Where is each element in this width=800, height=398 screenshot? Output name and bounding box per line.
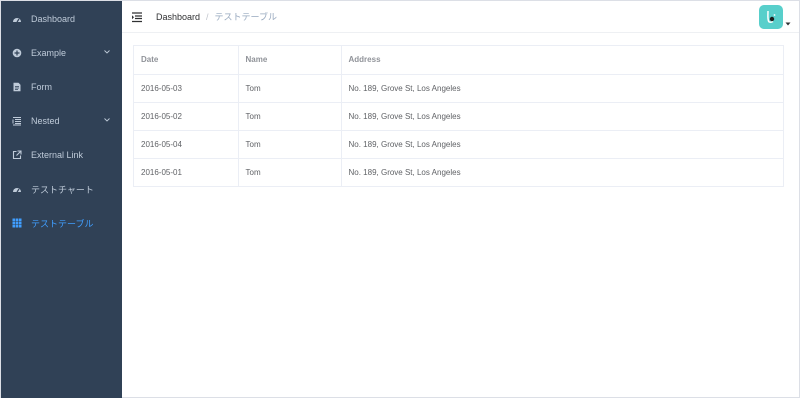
table-row: 2016-05-02 Tom No. 189, Grove St, Los An… xyxy=(134,102,783,131)
cell-address: No. 189, Grove St, Los Angeles xyxy=(348,167,461,177)
breadcrumb-current: テストテーブル xyxy=(214,12,278,22)
sidebar-item-dashboard[interactable]: Dashboard xyxy=(1,2,122,36)
sidebar-item-label: テストテーブル xyxy=(31,218,94,229)
example-icon xyxy=(12,48,22,58)
data-table: Date Name Address 2016-05-03 Tom No. 189… xyxy=(133,45,784,187)
table-icon xyxy=(12,218,22,228)
sidebar-item-label: Example xyxy=(31,48,67,58)
cell-date: 2016-05-01 xyxy=(134,158,239,186)
sidebar-item-label: Nested xyxy=(31,116,60,126)
cell-name: Tom xyxy=(238,102,342,131)
dashboard-icon xyxy=(12,184,22,194)
sidebar-item-label: Form xyxy=(31,82,52,92)
cell-address: No. 189, Grove St, Los Angeles xyxy=(341,130,783,159)
table-row: 2016-05-01 Tom No. 189, Grove St, Los An… xyxy=(134,158,783,186)
sidebar-item-external-link[interactable]: External Link xyxy=(1,138,122,172)
column-header-address: Address xyxy=(341,46,783,75)
breadcrumb-separator: / xyxy=(206,11,209,22)
nested-icon xyxy=(12,116,22,126)
cell-address: No. 189, Grove St, Los Angeles xyxy=(341,102,783,131)
sidebar-item-example[interactable]: Example xyxy=(1,36,122,70)
sidebar: Dashboard Example Form Nested External L… xyxy=(1,1,122,398)
avatar[interactable] xyxy=(759,5,783,29)
sidebar-item-label: テストチャート xyxy=(31,184,94,195)
form-icon xyxy=(12,82,22,92)
sidebar-item-test-table[interactable]: テストテーブル xyxy=(1,206,122,240)
sidebar-item-test-chart[interactable]: テストチャート xyxy=(1,172,122,206)
cell-name: Tom xyxy=(238,130,342,159)
breadcrumb: Dashboard / テストテーブル xyxy=(156,10,277,23)
cell-date: 2016-05-04 xyxy=(134,130,239,159)
cell-name: Tom xyxy=(238,74,342,103)
main-content: Dashboard / テストテーブル Date Name Address 20… xyxy=(122,1,799,398)
cell-name: Tom xyxy=(238,158,342,186)
avatar-dropdown[interactable] xyxy=(759,5,791,29)
cell-address: No. 189, Grove St, Los Angeles xyxy=(341,74,783,103)
cell-date: 2016-05-02 xyxy=(134,102,239,131)
hamburger-icon[interactable] xyxy=(131,11,143,23)
table-row: 2016-05-03 Tom No. 189, Grove St, Los An… xyxy=(134,74,783,103)
navbar: Dashboard / テストテーブル xyxy=(122,1,799,33)
chevron-down-icon xyxy=(104,118,110,122)
sidebar-item-label: External Link xyxy=(31,150,84,160)
column-header-date: Date xyxy=(134,46,239,75)
chevron-down-icon xyxy=(104,50,110,54)
dashboard-icon xyxy=(12,14,22,24)
column-header-name: Name xyxy=(238,46,342,75)
sidebar-item-form[interactable]: Form xyxy=(1,70,122,104)
breadcrumb-link-dashboard[interactable]: Dashboard xyxy=(156,12,200,22)
caret-down-icon xyxy=(785,22,791,26)
external-link-icon xyxy=(12,150,22,160)
cell-date: 2016-05-03 xyxy=(134,74,239,103)
table-row: 2016-05-04 Tom No. 189, Grove St, Los An… xyxy=(134,130,783,159)
table-header-row: Date Name Address xyxy=(134,46,783,75)
avatar-icon xyxy=(767,10,776,23)
sidebar-item-label: Dashboard xyxy=(31,14,76,24)
sidebar-item-nested[interactable]: Nested xyxy=(1,104,122,138)
